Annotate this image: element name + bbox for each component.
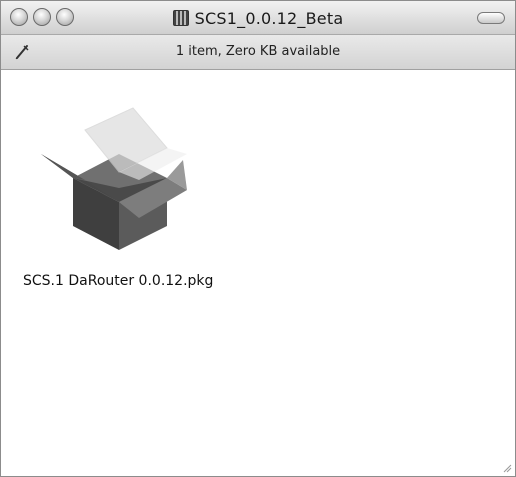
file-name-label: SCS.1 DaRouter 0.0.12.pkg — [23, 273, 214, 289]
package-icon[interactable] — [33, 90, 203, 250]
disk-image-icon — [172, 10, 189, 26]
content-area[interactable]: SCS.1 DaRouter 0.0.12.pkg — [1, 70, 515, 476]
file-item[interactable]: SCS.1 DaRouter 0.0.12.pkg — [11, 90, 261, 310]
window-title-text: SCS1_0.0.12_Beta — [194, 8, 344, 28]
toolbar-toggle-button[interactable] — [477, 12, 505, 24]
window-title: SCS1_0.0.12_Beta — [1, 7, 515, 29]
status-bar: 1 item, Zero KB available — [1, 35, 515, 70]
title-bar[interactable]: SCS1_0.0.12_Beta — [1, 1, 515, 35]
finder-window: SCS1_0.0.12_Beta 1 item, Zero KB availab… — [0, 0, 516, 477]
resize-grip-icon[interactable] — [502, 463, 512, 473]
status-text: 1 item, Zero KB available — [175, 44, 341, 59]
